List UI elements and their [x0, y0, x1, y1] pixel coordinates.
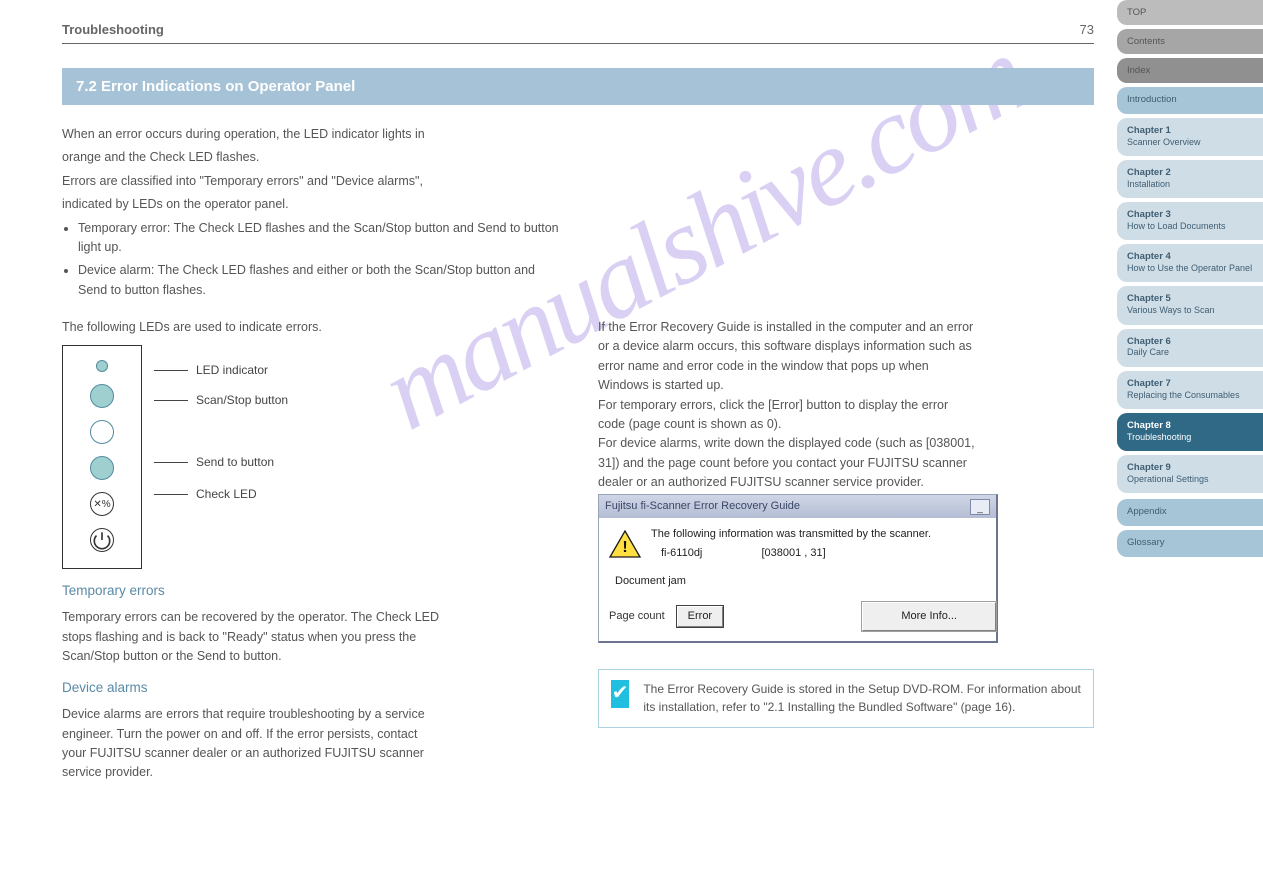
ch9-tab[interactable]: Chapter 9Operational Settings	[1117, 455, 1263, 493]
right-column: If the Error Recovery Guide is installed…	[598, 318, 1094, 783]
page-number: 73	[1080, 22, 1094, 37]
ch4-tab[interactable]: Chapter 4How to Use the Operator Panel	[1117, 244, 1263, 282]
ch1-tab[interactable]: Chapter 1Scanner Overview	[1117, 118, 1263, 156]
scan-stop-icon	[90, 384, 114, 408]
ch8-tab-active[interactable]: Chapter 8Troubleshooting	[1117, 413, 1263, 451]
intro-text: When an error occurs during operation, t…	[62, 125, 562, 300]
error-button[interactable]: Error	[677, 606, 723, 627]
appendix-tab[interactable]: Appendix	[1117, 499, 1263, 526]
main-content: Troubleshooting 73 7.2 Error Indications…	[62, 22, 1094, 783]
minimize-button[interactable]: _	[970, 499, 990, 515]
error-recovery-dialog: Fujitsu fi-Scanner Error Recovery Guide …	[598, 494, 998, 642]
left-column: The following LEDs are used to indicate …	[62, 318, 562, 783]
checkmark-icon: ✔	[611, 680, 629, 708]
power-icon	[90, 528, 114, 552]
intro-tab[interactable]: Introduction	[1117, 87, 1263, 114]
ch5-tab[interactable]: Chapter 5Various Ways to Scan	[1117, 286, 1263, 324]
sidebar-nav: TOP Contents Index Introduction Chapter …	[1117, 0, 1263, 561]
header-title: Troubleshooting	[62, 22, 164, 37]
header-rule	[62, 43, 1094, 44]
temporary-errors-heading: Temporary errors	[62, 581, 562, 602]
ch7-tab[interactable]: Chapter 7Replacing the Consumables	[1117, 371, 1263, 409]
tip-box: ✔ The Error Recovery Guide is stored in …	[598, 669, 1094, 728]
operator-panel-diagram: ✕% LED indicator Scan/Stop button Send t…	[62, 345, 562, 569]
section-heading: 7.2 Error Indications on Operator Panel	[62, 68, 1094, 105]
check-led-icon: ✕%	[90, 492, 114, 516]
warning-icon: !	[609, 530, 641, 558]
index-tab[interactable]: Index	[1117, 58, 1263, 83]
device-alarms-heading: Device alarms	[62, 678, 562, 699]
dialog-title: Fujitsu fi-Scanner Error Recovery Guide	[605, 498, 800, 515]
ch3-tab[interactable]: Chapter 3How to Load Documents	[1117, 202, 1263, 240]
send-to-icon	[90, 456, 114, 480]
glossary-tab[interactable]: Glossary	[1117, 530, 1263, 557]
ch2-tab[interactable]: Chapter 2Installation	[1117, 160, 1263, 198]
svg-text:!: !	[622, 539, 627, 556]
top-tab[interactable]: TOP	[1117, 0, 1263, 25]
contents-tab[interactable]: Contents	[1117, 29, 1263, 54]
page-count-label: Page count	[609, 608, 665, 625]
led-indicator-icon	[96, 360, 108, 372]
more-info-button[interactable]: More Info...	[862, 602, 996, 631]
ch6-tab[interactable]: Chapter 6Daily Care	[1117, 329, 1263, 367]
blank-button-icon	[90, 420, 114, 444]
error-name: Document jam	[615, 573, 986, 590]
